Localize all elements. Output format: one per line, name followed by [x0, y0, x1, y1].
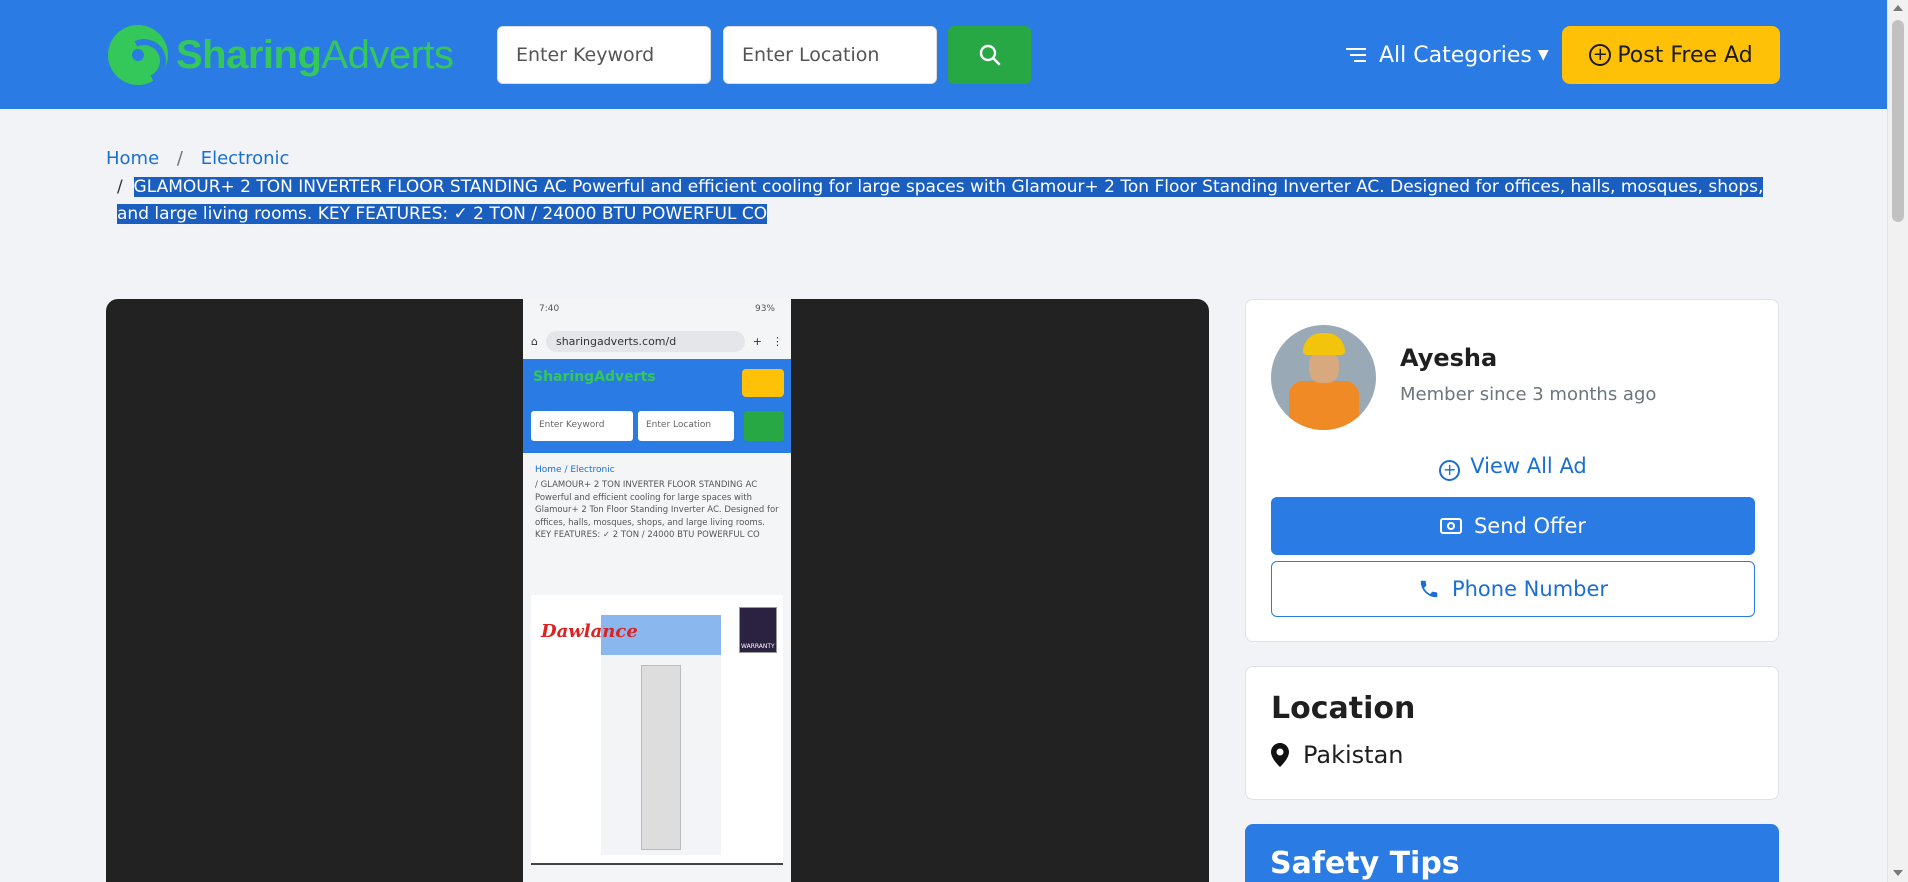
phone-icon [1420, 580, 1438, 598]
caret-down-icon: ▼ [1537, 47, 1549, 63]
scroll-up-arrow-icon[interactable] [1893, 5, 1903, 11]
phone-post-button [742, 369, 784, 397]
page-scrollbar[interactable] [1887, 0, 1908, 882]
send-offer-button[interactable]: Send Offer [1271, 497, 1755, 555]
scroll-thumb[interactable] [1892, 20, 1904, 222]
ad-title-text: GLAMOUR+ 2 TON INVERTER FLOOR STANDING A… [117, 177, 1764, 224]
phone-status-bar: 7:40 93% [523, 299, 791, 323]
search-icon [979, 44, 1000, 66]
seller-card: Ayesha Member since 3 months ago + View A… [1245, 299, 1779, 642]
seller-name: Ayesha [1400, 344, 1498, 372]
plus-icon: + [752, 334, 762, 348]
plus-circle-icon: + [1439, 459, 1461, 481]
send-offer-label: Send Offer [1473, 514, 1587, 538]
post-free-ad-button[interactable]: + Post Free Ad [1562, 26, 1780, 84]
phone-url-bar: ⌂ sharingadverts.com/d + ⋮ [523, 323, 791, 359]
member-since: Member since 3 months ago [1400, 384, 1657, 405]
phone-search-button [744, 411, 784, 441]
location-title: Location [1271, 691, 1416, 726]
breadcrumb-current-title: / GLAMOUR+ 2 TON INVERTER FLOOR STANDING… [117, 174, 1777, 228]
breadcrumb-home[interactable]: Home [106, 148, 159, 169]
more-icon: ⋮ [772, 334, 783, 348]
all-categories-dropdown[interactable]: All Categories ▼ [1345, 38, 1549, 72]
home-icon: ⌂ [531, 334, 538, 348]
location-card: Location Pakistan [1245, 666, 1779, 800]
warranty-badge: WARRANTY [739, 607, 777, 653]
view-all-ads-link[interactable]: + View All Ad [1246, 454, 1780, 481]
site-header: SharingAdverts All Categories ▼ + Post F… [0, 0, 1887, 109]
site-logo[interactable]: SharingAdverts [108, 24, 454, 86]
menu-icon [1346, 48, 1366, 62]
breadcrumb-separator: / [117, 177, 134, 197]
logo-icon [108, 25, 168, 85]
ad-image-gallery[interactable]: 7:40 93% ⌂ sharingadverts.com/d + ⋮ Shar… [106, 299, 1209, 882]
safety-tips-card: Safety Tips [1245, 824, 1779, 882]
breadcrumb: Home / Electronic [106, 148, 289, 169]
seller-avatar [1271, 325, 1376, 430]
phone-number-label: Phone Number [1451, 577, 1609, 601]
all-categories-label: All Categories [1379, 42, 1532, 68]
location-value: Pakistan [1271, 741, 1404, 769]
post-free-ad-label: Post Free Ad [1617, 42, 1753, 68]
safety-tips-title: Safety Tips [1270, 846, 1460, 881]
phone-site-header: SharingAdverts Enter Keyword Enter Locat… [523, 359, 791, 453]
map-pin-icon [1271, 743, 1289, 767]
plus-circle-icon: + [1589, 44, 1612, 66]
money-icon [1439, 518, 1462, 534]
search-button[interactable] [948, 26, 1031, 84]
breadcrumb-electronic[interactable]: Electronic [201, 148, 290, 169]
ad-image: 7:40 93% ⌂ sharingadverts.com/d + ⋮ Shar… [523, 299, 791, 882]
brand-logo: Dawlance [541, 621, 638, 642]
keyword-input[interactable] [497, 26, 711, 84]
phone-product-image: Dawlance WARRANTY [531, 595, 783, 865]
location-input[interactable] [723, 26, 937, 84]
ac-unit-image [641, 665, 681, 850]
logo-text: SharingAdverts [176, 32, 454, 77]
phone-number-button[interactable]: Phone Number [1271, 561, 1755, 617]
breadcrumb-separator: / [176, 148, 183, 169]
scroll-down-arrow-icon[interactable] [1893, 870, 1903, 876]
